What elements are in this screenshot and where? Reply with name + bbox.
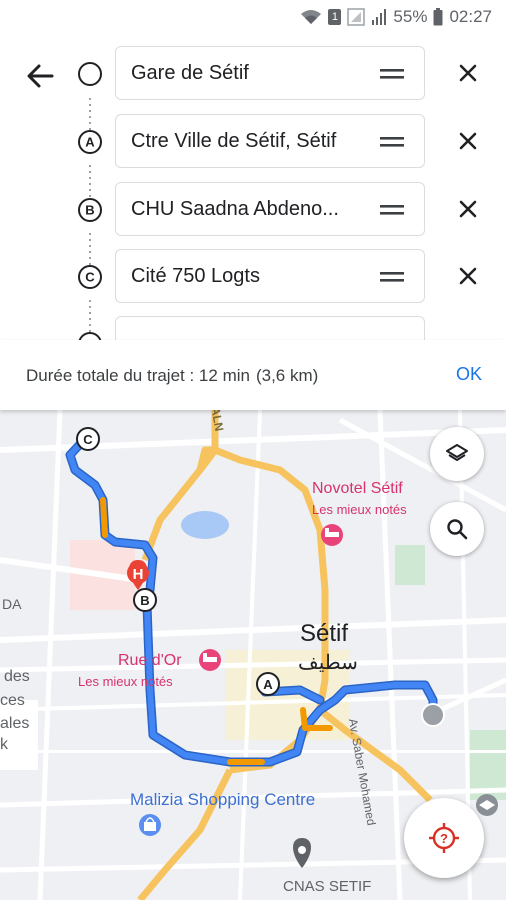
drag-handle-icon[interactable] bbox=[380, 135, 404, 149]
map-marker-b-letter: B bbox=[140, 593, 149, 608]
map-marker-b[interactable]: B bbox=[133, 588, 157, 612]
edge-label: des bbox=[4, 668, 30, 685]
battery-icon bbox=[433, 8, 443, 26]
mall-label[interactable]: Malizia Shopping Centre bbox=[130, 790, 315, 810]
trip-duration: Durée totale du trajet : 12 min bbox=[26, 366, 250, 385]
edge-label: ales bbox=[0, 715, 30, 732]
remove-stop-icon[interactable] bbox=[455, 263, 481, 289]
origin-input[interactable]: Gare de Sétif bbox=[115, 46, 425, 100]
drag-handle-icon[interactable] bbox=[380, 203, 404, 217]
map-marker-c[interactable]: C bbox=[76, 427, 100, 451]
stop-b-input-text: CHU Saadna Abdeno... bbox=[131, 198, 339, 220]
origin-input-text: Gare de Sétif bbox=[131, 62, 249, 84]
stop-row-destination bbox=[0, 316, 506, 340]
novotel-label[interactable]: Novotel Sétif bbox=[312, 480, 403, 498]
stop-c-letter: C bbox=[85, 270, 95, 285]
battery-percent: 55% bbox=[393, 7, 428, 26]
edge-label: ces bbox=[0, 692, 25, 709]
search-icon bbox=[447, 519, 468, 540]
remove-stop-icon[interactable] bbox=[455, 196, 481, 222]
edge-label: k bbox=[0, 736, 8, 753]
directions-panel: Gare de Sétif A Ctre Ville de Sétif, Sét… bbox=[0, 34, 506, 340]
hotel-pin-icon[interactable] bbox=[199, 649, 221, 671]
street bbox=[0, 750, 506, 753]
stop-b-letter: B bbox=[85, 203, 94, 218]
sim-icon: 1 bbox=[328, 9, 342, 25]
wifi-icon bbox=[301, 10, 322, 24]
signal-bars-icon bbox=[372, 9, 387, 25]
novotel-sub-label: Les mieux notés bbox=[312, 502, 407, 517]
remove-stop-icon[interactable] bbox=[455, 128, 481, 154]
layers-button[interactable] bbox=[430, 427, 484, 481]
city-label: Sétif bbox=[300, 620, 349, 647]
my-location-button[interactable]: ? bbox=[404, 798, 484, 878]
shopping-pin-icon[interactable] bbox=[139, 814, 161, 836]
origin-circle-icon bbox=[78, 62, 102, 86]
trip-distance: (3,6 km) bbox=[255, 366, 319, 385]
svg-text:H: H bbox=[133, 566, 144, 583]
svg-text:?: ? bbox=[440, 831, 448, 846]
rue-dor-label[interactable]: Rue d'Or bbox=[118, 652, 182, 670]
school-pin-icon bbox=[476, 794, 498, 816]
cnas-label[interactable]: CNAS SETIF bbox=[283, 878, 371, 895]
drag-handle-icon[interactable] bbox=[380, 270, 404, 284]
remove-stop-icon[interactable] bbox=[455, 60, 481, 86]
map-marker-a-letter: A bbox=[263, 677, 273, 692]
stop-a-input[interactable]: Ctre Ville de Sétif, Sétif bbox=[115, 114, 425, 168]
destination-circle-icon bbox=[78, 332, 102, 340]
hotel-pin-icon[interactable] bbox=[321, 524, 343, 546]
search-button[interactable] bbox=[430, 502, 484, 556]
park-area bbox=[395, 545, 425, 585]
clock: 02:27 bbox=[449, 7, 492, 26]
stop-row-c: C Cité 750 Logts bbox=[0, 249, 506, 305]
stop-a-letter: A bbox=[85, 135, 95, 150]
trip-summary-text: Durée totale du trajet : 12 min (3,6 km) bbox=[26, 366, 318, 386]
lake bbox=[181, 511, 229, 539]
rue-dor-sub-label: Les mieux notés bbox=[78, 674, 173, 689]
ok-button[interactable]: OK bbox=[456, 364, 482, 385]
destination-input[interactable] bbox=[115, 316, 425, 340]
stop-a-marker-icon: A bbox=[78, 130, 102, 154]
map-marker-a[interactable]: A bbox=[256, 672, 280, 696]
trip-summary-bar: Durée totale du trajet : 12 min (3,6 km) … bbox=[0, 340, 506, 410]
locate-me-icon: ? bbox=[429, 823, 459, 853]
stop-c-marker-icon: C bbox=[78, 265, 102, 289]
stop-row-b: B CHU Saadna Abdeno... bbox=[0, 182, 506, 238]
map-view[interactable]: A B C H ALN Novotel Sétif Les mieux noté… bbox=[0, 410, 506, 900]
status-bar: 1 55% 02:27 bbox=[0, 0, 506, 34]
stop-b-marker-icon: B bbox=[78, 198, 102, 222]
stop-b-input[interactable]: CHU Saadna Abdeno... bbox=[115, 182, 425, 236]
map-marker-c-letter: C bbox=[83, 432, 93, 447]
stop-row-a: A Ctre Ville de Sétif, Sétif bbox=[0, 114, 506, 170]
signal-empty-icon bbox=[347, 8, 366, 26]
status-icons: 1 55% 02:27 bbox=[300, 7, 492, 27]
stop-row-origin: Gare de Sétif bbox=[0, 46, 506, 102]
city-label-arabic: سطيف bbox=[298, 652, 358, 674]
stop-c-input[interactable]: Cité 750 Logts bbox=[115, 249, 425, 303]
edge-label: DA bbox=[2, 596, 22, 612]
drag-handle-icon[interactable] bbox=[380, 67, 404, 81]
destination-dot bbox=[421, 703, 445, 727]
layers-icon bbox=[446, 444, 468, 461]
stop-c-input-text: Cité 750 Logts bbox=[131, 265, 260, 287]
stop-a-input-text: Ctre Ville de Sétif, Sétif bbox=[131, 130, 337, 152]
